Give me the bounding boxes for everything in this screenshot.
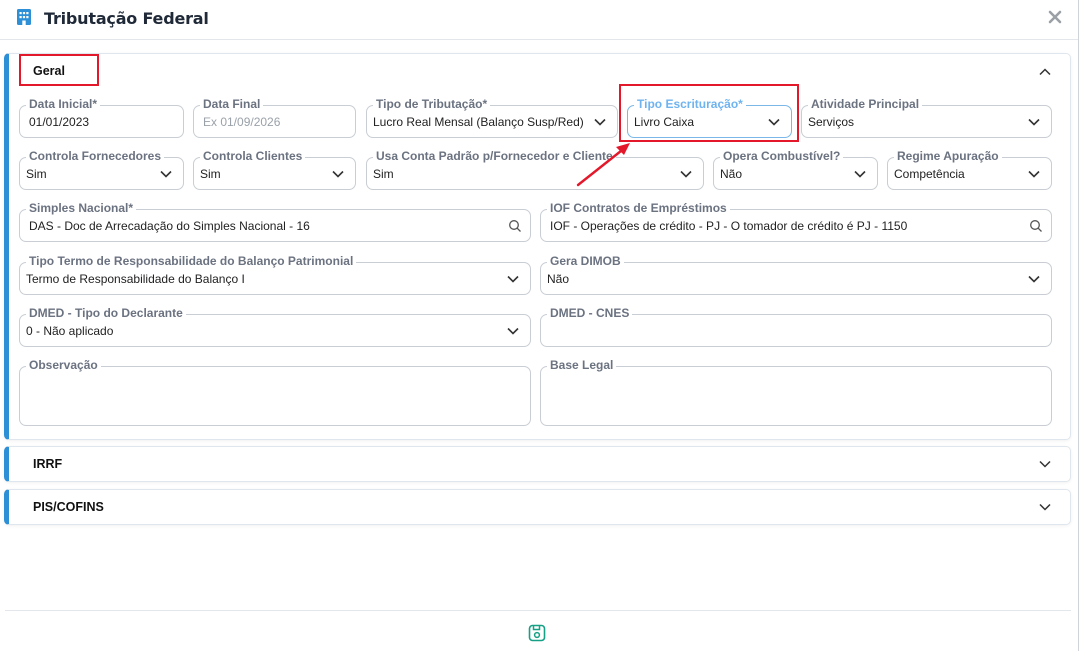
gera-dimob-label: Gera DIMOB (547, 254, 624, 268)
section-irrf-title[interactable]: IRRF (33, 457, 62, 471)
tipo-tributacao-value: Lucro Real Mensal (Balanço Susp/Red) (373, 115, 584, 129)
regime-apuracao-label: Regime Apuração (894, 149, 1002, 163)
chevron-down-icon[interactable] (1027, 168, 1041, 180)
atividade-principal-value: Serviços (808, 115, 855, 129)
regime-apuracao-value: Competência (894, 167, 965, 181)
dmed-tipo-value: 0 - Não aplicado (26, 324, 114, 338)
gera-dimob-value: Não (547, 272, 570, 286)
tipo-tributacao-select[interactable]: Tipo de Tributação* Lucro Real Mensal (B… (366, 97, 618, 138)
dmed-tipo-label: DMED - Tipo do Declarante (26, 306, 186, 320)
regime-apuracao-select[interactable]: Regime Apuração Competência (887, 149, 1052, 190)
opera-combustivel-value: Não (720, 167, 743, 181)
chevron-down-icon[interactable] (506, 325, 520, 337)
data-final-placeholder: Ex 01/09/2026 (203, 115, 281, 129)
building-icon (17, 9, 31, 25)
observacao-textarea[interactable]: Observação (19, 358, 531, 426)
dmed-cnes-label: DMED - CNES (547, 306, 633, 320)
simples-nacional-search[interactable]: Simples Nacional* DAS - Doc de Arrecadaç… (19, 201, 531, 242)
data-inicial-value: 01/01/2023 (29, 115, 90, 129)
section-irrf[interactable]: IRRF (4, 446, 1071, 482)
controla-clientes-select[interactable]: Controla Clientes Sim (193, 149, 356, 190)
dmed-tipo-select[interactable]: DMED - Tipo do Declarante 0 - Não aplica… (19, 306, 531, 347)
opera-combustivel-select[interactable]: Opera Combustível? Não (713, 149, 878, 190)
atividade-principal-label: Atividade Principal (808, 97, 923, 111)
chevron-down-icon[interactable] (506, 273, 520, 285)
controla-fornecedores-label: Controla Fornecedores (26, 149, 165, 163)
iof-contratos-value: IOF - Operações de crédito - PJ - O toma… (550, 219, 908, 233)
modal-header: Tributação Federal (0, 0, 1078, 40)
tipo-termo-value: Termo de Responsabilidade do Balanço I (26, 272, 245, 286)
base-legal-label: Base Legal (547, 358, 617, 372)
observacao-label: Observação (26, 358, 101, 372)
tributacao-federal-modal: Tributação Federal Geral Data Inicial* 0… (0, 0, 1079, 651)
usa-conta-padrao-value: Sim (373, 167, 394, 181)
controla-fornecedores-value: Sim (26, 167, 47, 181)
controla-clientes-label: Controla Clientes (200, 149, 306, 163)
usa-conta-padrao-select[interactable]: Usa Conta Padrão p/Fornecedor e Cliente … (366, 149, 704, 190)
annotation-arrow-icon (576, 143, 630, 187)
chevron-down-icon[interactable] (853, 168, 867, 180)
save-icon[interactable] (527, 623, 547, 643)
section-pis-cofins-title[interactable]: PIS/COFINS (33, 500, 104, 514)
controla-clientes-value: Sim (200, 167, 221, 181)
search-icon[interactable] (508, 219, 522, 233)
chevron-down-icon[interactable] (331, 168, 345, 180)
data-final-label: Data Final (200, 97, 264, 111)
iof-contratos-search[interactable]: IOF Contratos de Empréstimos IOF - Opera… (540, 201, 1052, 242)
chevron-down-icon[interactable] (593, 116, 607, 128)
search-icon[interactable] (1029, 219, 1043, 233)
tipo-tributacao-label: Tipo de Tributação* (373, 97, 491, 111)
simples-nacional-label: Simples Nacional* (26, 201, 137, 215)
chevron-down-icon[interactable] (159, 168, 173, 180)
iof-contratos-label: IOF Contratos de Empréstimos (547, 201, 730, 215)
data-inicial-field[interactable]: Data Inicial* 01/01/2023 (19, 97, 184, 138)
section-geral-title[interactable]: Geral (33, 64, 65, 78)
dmed-cnes-field[interactable]: DMED - CNES (540, 306, 1052, 347)
chevron-down-icon[interactable] (1027, 273, 1041, 285)
close-icon[interactable] (1045, 7, 1065, 27)
data-inicial-label: Data Inicial* (26, 97, 101, 111)
chevron-down-icon[interactable] (679, 168, 693, 180)
section-pis-cofins[interactable]: PIS/COFINS (4, 489, 1071, 525)
base-legal-textarea[interactable]: Base Legal (540, 358, 1052, 426)
chevron-up-icon[interactable] (1038, 65, 1052, 79)
opera-combustivel-label: Opera Combustível? (720, 149, 844, 163)
highlight-box-tipo-escrituracao (619, 84, 799, 142)
tipo-termo-select[interactable]: Tipo Termo de Responsabilidade do Balanç… (19, 254, 531, 295)
chevron-down-icon[interactable] (1038, 457, 1052, 471)
controla-fornecedores-select[interactable]: Controla Fornecedores Sim (19, 149, 184, 190)
simples-nacional-value: DAS - Doc de Arrecadação do Simples Naci… (29, 219, 310, 233)
atividade-principal-select[interactable]: Atividade Principal Serviços (801, 97, 1052, 138)
data-final-field[interactable]: Data Final Ex 01/09/2026 (193, 97, 356, 138)
tipo-termo-label: Tipo Termo de Responsabilidade do Balanç… (26, 254, 357, 268)
gera-dimob-select[interactable]: Gera DIMOB Não (540, 254, 1052, 295)
footer-divider (5, 610, 1071, 611)
chevron-down-icon[interactable] (1027, 116, 1041, 128)
modal-title: Tributação Federal (44, 9, 209, 28)
chevron-down-icon[interactable] (1038, 500, 1052, 514)
